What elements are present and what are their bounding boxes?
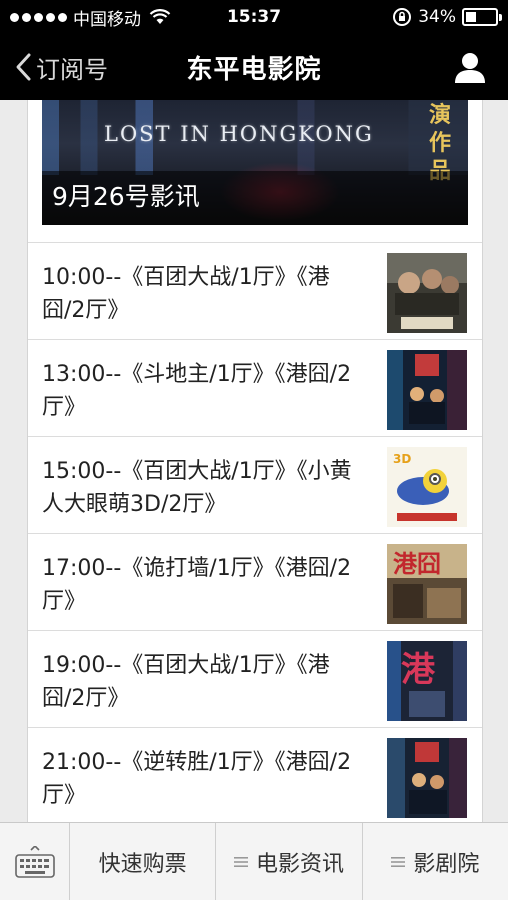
schedule-item-text: 13:00--《斗地主/1厅》《港囧/2厅》 bbox=[42, 362, 352, 420]
schedule-item[interactable]: 15:00--《百团大战/1厅》《小黄人大眼萌3D/2厅》 3D bbox=[28, 436, 482, 533]
svg-text:港囧: 港囧 bbox=[393, 550, 441, 578]
schedule-item[interactable]: 21:00--《逆转胜/1厅》《港囧/2厅》 bbox=[28, 727, 482, 822]
schedule-item[interactable]: 10:00--《百团大战/1厅》《港囧/2厅》 bbox=[28, 242, 482, 339]
signal-strength-icon bbox=[10, 12, 67, 22]
schedule-item-text: 10:00--《百团大战/1厅》《港囧/2厅》 bbox=[42, 265, 330, 323]
banner-image[interactable]: LOST IN HONGKONG 演作品 9月26号影讯 bbox=[42, 100, 468, 225]
banner-caption: 9月26号影讯 bbox=[52, 182, 200, 211]
bottom-menu: 快速购票 电影资讯 影剧院 bbox=[0, 822, 508, 900]
schedule-item[interactable]: 19:00--《百团大战/1厅》《港囧/2厅》 港 bbox=[28, 630, 482, 727]
article-content: LOST IN HONGKONG 演作品 9月26号影讯 10:00--《百团大… bbox=[27, 100, 483, 822]
poster-thumbnail: 港囧 bbox=[387, 544, 467, 624]
poster-thumbnail bbox=[387, 738, 467, 818]
rotation-lock-icon bbox=[393, 8, 412, 26]
poster-thumbnail: 港 bbox=[387, 641, 467, 721]
submenu-icon bbox=[233, 856, 248, 867]
profile-icon[interactable] bbox=[452, 49, 488, 85]
svg-text:港: 港 bbox=[401, 650, 436, 690]
svg-text:3D: 3D bbox=[393, 452, 411, 466]
navigation-bar: 订阅号 东平电影院 bbox=[0, 34, 508, 100]
menu-quick-ticket[interactable]: 快速购票 bbox=[70, 823, 217, 900]
menu-movie-news[interactable]: 电影资讯 bbox=[216, 823, 363, 900]
menu-label: 快速购票 bbox=[98, 851, 187, 877]
schedule-item[interactable]: 17:00--《诡打墙/1厅》《港囧/2厅》 港囧 bbox=[28, 533, 482, 630]
menu-cinema[interactable]: 影剧院 bbox=[363, 823, 508, 900]
menu-label: 影剧院 bbox=[413, 851, 480, 877]
battery-icon bbox=[462, 8, 502, 26]
submenu-icon bbox=[391, 856, 406, 867]
schedule-item-text: 19:00--《百团大战/1厅》《港囧/2厅》 bbox=[42, 653, 330, 711]
battery-percent: 34% bbox=[418, 7, 456, 27]
poster-thumbnail: 3D bbox=[387, 447, 467, 527]
schedule-item-text: 21:00--《逆转胜/1厅》《港囧/2厅》 bbox=[42, 750, 352, 808]
schedule-item-text: 15:00--《百团大战/1厅》《小黄人大眼萌3D/2厅》 bbox=[42, 459, 352, 517]
status-bar: 中国移动 15:37 34% bbox=[0, 0, 508, 34]
wifi-icon bbox=[149, 9, 171, 24]
carrier-name: 中国移动 bbox=[73, 9, 141, 30]
poster-thumbnail bbox=[387, 253, 467, 333]
banner-poster-title: LOST IN HONGKONG bbox=[104, 122, 374, 146]
keyboard-toggle-button[interactable] bbox=[0, 823, 70, 900]
back-button-label: 订阅号 bbox=[36, 55, 108, 84]
battery-fill bbox=[466, 12, 476, 22]
menu-label: 电影资讯 bbox=[255, 851, 344, 877]
poster-thumbnail bbox=[387, 350, 467, 430]
keyboard-icon bbox=[14, 845, 55, 878]
schedule-item-text: 17:00--《诡打墙/1厅》《港囧/2厅》 bbox=[42, 556, 352, 614]
back-button[interactable]: 订阅号 bbox=[0, 34, 108, 100]
schedule-item[interactable]: 13:00--《斗地主/1厅》《港囧/2厅》 bbox=[28, 339, 482, 436]
chevron-left-icon bbox=[16, 53, 31, 81]
